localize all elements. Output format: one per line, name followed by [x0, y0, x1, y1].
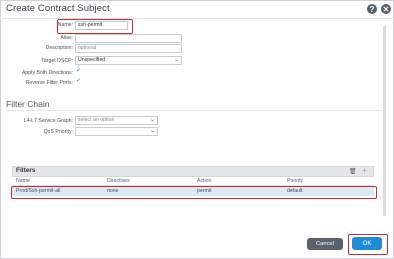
row-highlight	[11, 186, 377, 199]
column-header-action[interactable]: Action	[197, 178, 211, 184]
filters-title: Filters	[16, 167, 36, 174]
column-header-directives[interactable]: Directives	[107, 178, 130, 184]
apply-both-directions-label: Apply Both Directions:	[21, 70, 73, 76]
cell-directives: none	[107, 188, 119, 194]
description-field[interactable]: optional	[75, 44, 182, 53]
dialog-title: Create Contract Subject	[6, 3, 110, 14]
alias-field[interactable]	[75, 34, 182, 43]
scrollbar[interactable]	[383, 26, 386, 216]
chevron-down-icon: ⌄	[173, 57, 179, 63]
reverse-filter-ports-checkbox[interactable]: ✓	[76, 78, 81, 84]
filters-toolbar	[12, 166, 374, 177]
name-field[interactable]: ssh-permit	[75, 21, 128, 30]
apply-both-directions-checkbox[interactable]: ✓	[76, 68, 81, 74]
target-dscp-value: Unspecified	[78, 57, 106, 63]
qos-priority-select[interactable]: ⌄	[75, 127, 158, 136]
description-label: Description:	[45, 45, 73, 51]
cancel-button[interactable]: Cancel	[307, 238, 343, 250]
help-icon[interactable]: ?	[367, 4, 377, 14]
cell-action: permit	[197, 188, 212, 194]
l4l7-service-graph-select[interactable]: select an option ⌄	[75, 116, 158, 125]
target-dscp-select[interactable]: Unspecified ⌄	[75, 56, 182, 65]
alias-label: Alias:	[60, 35, 73, 41]
column-header-name[interactable]: Name	[16, 178, 30, 184]
qos-priority-label: QoS Priority:	[43, 129, 73, 135]
l4l7-service-graph-label: L4-L7 Service Graph:	[23, 118, 73, 124]
trash-icon[interactable]: 🗑	[349, 168, 357, 175]
column-header-priority[interactable]: Priority	[287, 178, 303, 184]
section-divider	[6, 110, 382, 111]
cell-name: Prod/Ssh-permit-all	[16, 188, 61, 194]
plus-icon[interactable]: +	[362, 166, 367, 175]
close-icon[interactable]: ✕	[381, 4, 391, 14]
chevron-down-icon: ⌄	[149, 117, 155, 123]
l4l7-placeholder: select an option	[78, 117, 115, 123]
cell-priority: default	[287, 188, 303, 194]
ok-button[interactable]: OK	[352, 237, 382, 250]
target-dscp-label: Target DSCP:	[41, 58, 73, 64]
chevron-down-icon: ⌄	[149, 128, 155, 134]
filter-chain-heading: Filter Chain	[6, 99, 50, 109]
reverse-filter-ports-label: Reverse Filter Ports:	[25, 80, 73, 86]
